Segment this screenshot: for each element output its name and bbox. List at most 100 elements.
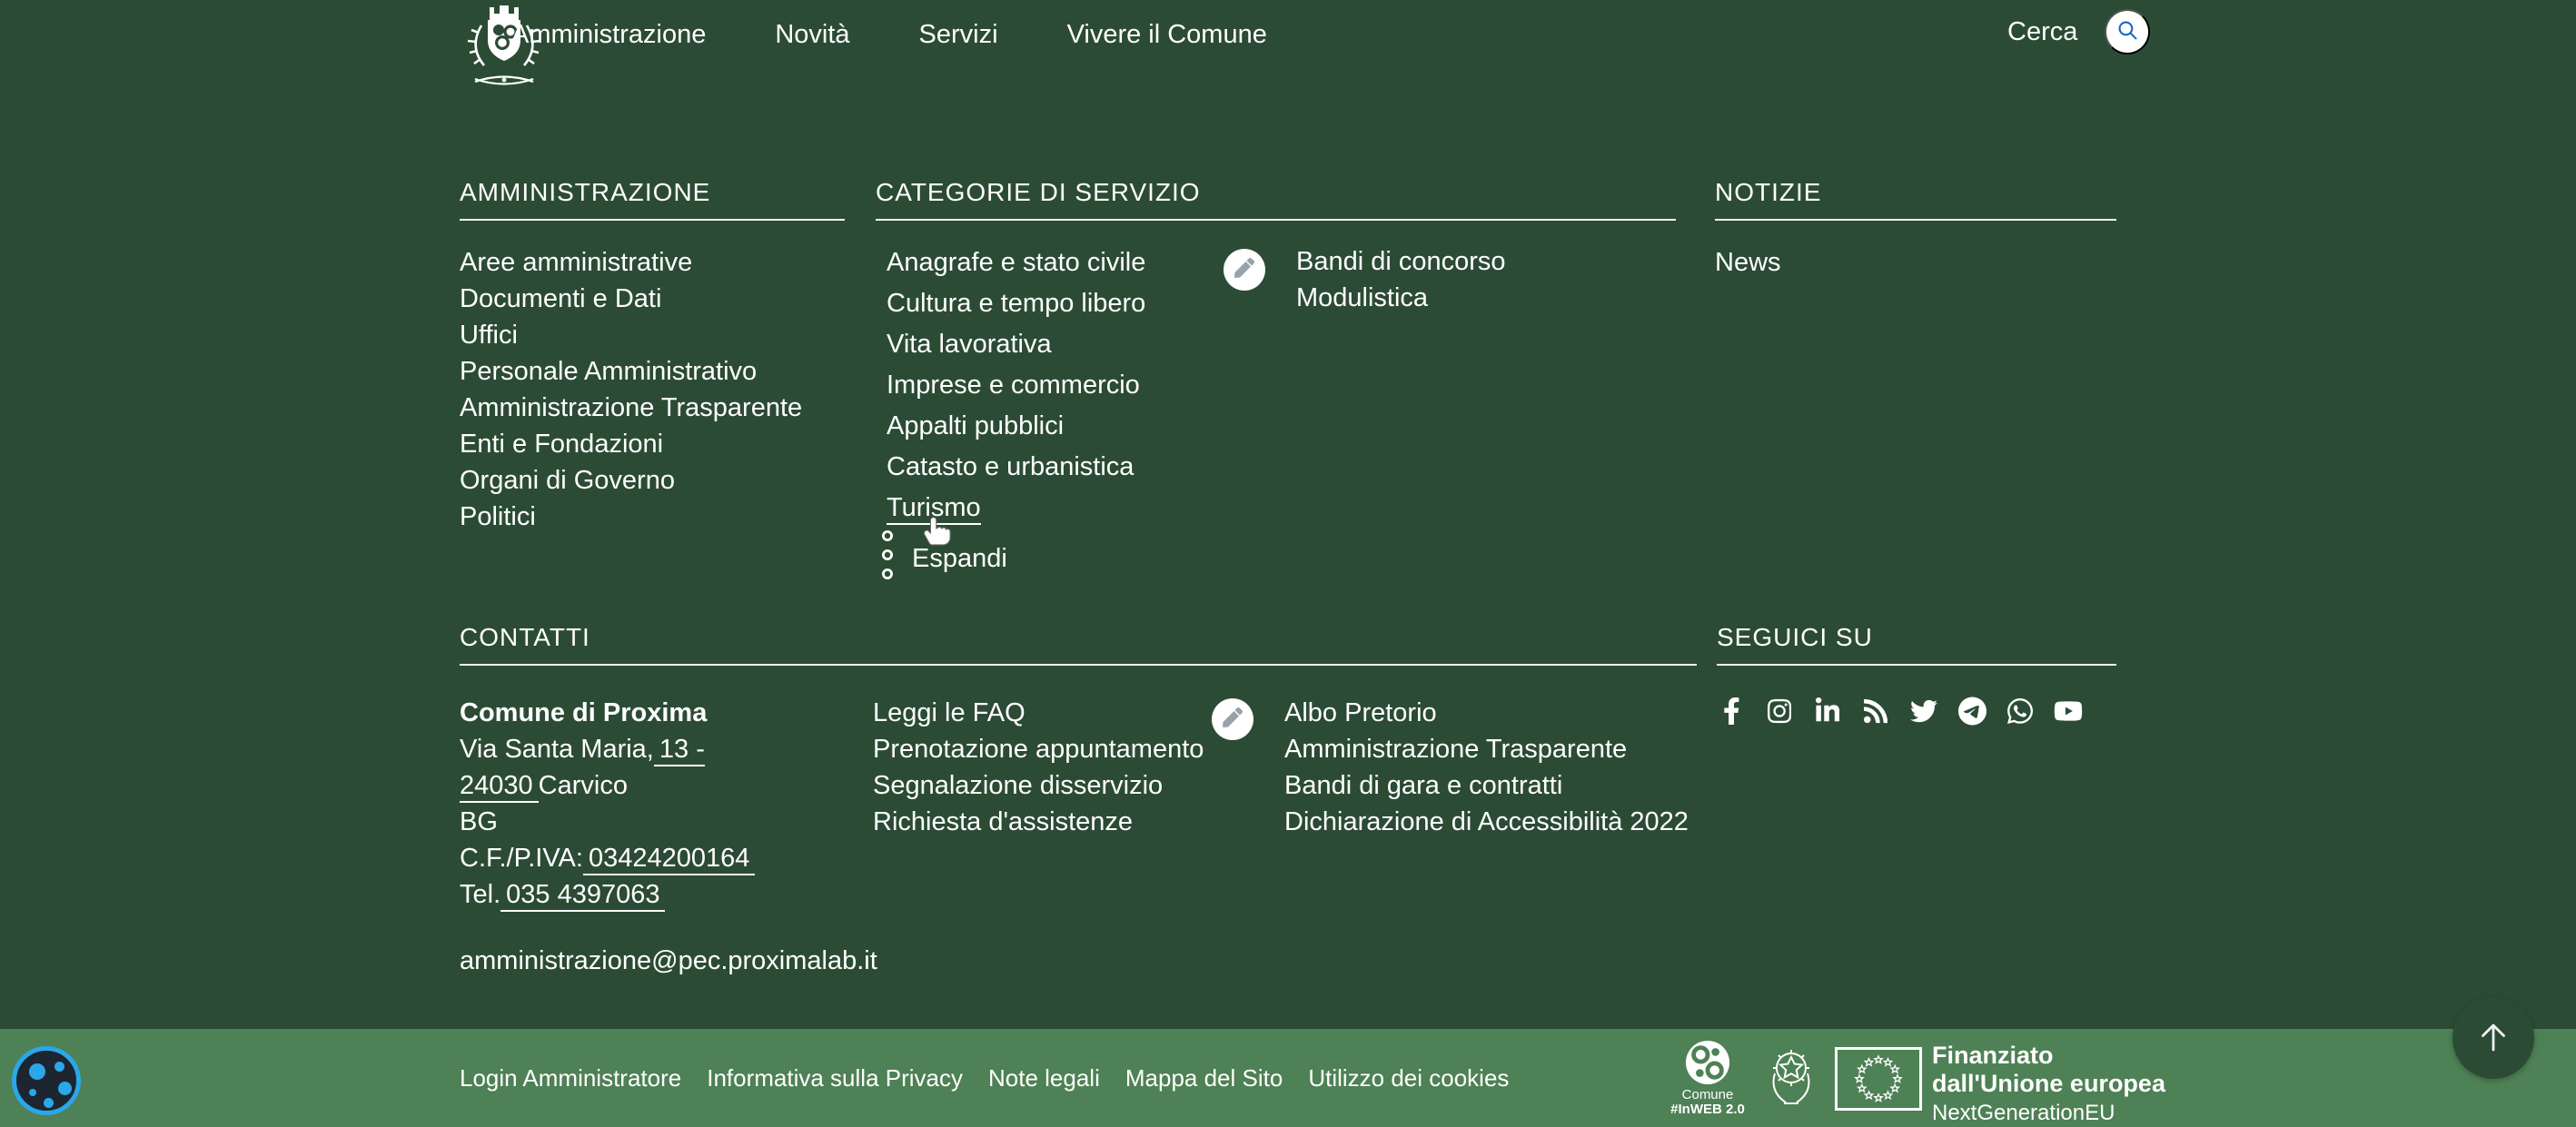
telegram-icon[interactable] [1957,697,1986,726]
cf-line: C.F./P.IVA:03424200164 [460,840,850,876]
footer-link[interactable]: Amministrazione Trasparente [1284,735,1627,764]
utility-links: Albo Pretorio Amministrazione Trasparent… [1212,695,1689,840]
funding-line2: dall'Unione europea [1932,1070,2165,1098]
pencil-badge [1224,249,1265,291]
footer-link[interactable]: Appalti pubblici [887,411,1064,440]
list-item: Appalti pubblici [887,406,1676,447]
footer-link[interactable]: Bandi di concorso [1296,247,1506,276]
sitemap-link[interactable]: Mappa del Sito [1125,1064,1283,1092]
tel-line: Tel.035 4397063 [460,876,850,913]
footer-link[interactable]: Cultura e tempo libero [887,289,1145,318]
accessibility-dot [58,1082,72,1095]
divider [460,664,1697,666]
footer-link[interactable]: Personale Amministrativo [460,357,757,386]
search-button[interactable] [2105,9,2150,54]
footer-col-amministrazione: AMMINISTRAZIONE Aree amministrative Docu… [460,177,845,535]
footer-link[interactable]: Modulistica [1296,283,1428,312]
search-area: Cerca [2007,9,2150,54]
linkedin-icon[interactable] [1813,697,1842,726]
youtube-icon[interactable] [2054,697,2083,726]
list-item: News [1715,244,2116,281]
footer-col-categorie: CATEGORIE DI SERVIZIO Anagrafe e stato c… [876,177,1676,529]
municipality-name: Comune di Proxima [460,695,850,731]
comune-logo-caption: Comune [1658,1088,1758,1102]
footer-link[interactable]: Catasto e urbanistica [887,452,1134,481]
list-item: Modulistica [1296,280,1506,316]
list-item: Politici [460,499,845,535]
twitter-icon[interactable] [1909,697,1938,726]
rss-icon[interactable] [1861,697,1890,726]
divider [460,219,845,221]
footer-link[interactable]: Segnalazione disservizio [873,771,1163,800]
expand-label[interactable]: Espandi [912,544,1007,574]
nav-servizi[interactable]: Servizi [919,20,998,50]
divider [876,219,1676,221]
footer-link[interactable]: Albo Pretorio [1284,698,1437,727]
col-title: CATEGORIE DI SERVIZIO [876,177,1676,208]
footer-link[interactable]: Vita lavorativa [887,330,1052,359]
footer-link[interactable]: Prenotazione appuntamento [873,735,1204,764]
footer-col-seguici: SEGUICI SU [1717,622,2116,726]
list-item: Amministrazione Trasparente [1284,731,1689,767]
eu-funding-text: Finanziato dall'Unione europea NextGener… [1932,1042,2165,1126]
footer-link[interactable]: Enti e Fondazioni [460,430,663,459]
footer-link[interactable]: Politici [460,502,536,531]
list-item: Aree amministrative [460,244,845,281]
footer-link[interactable]: Organi di Governo [460,466,675,495]
cf-link[interactable]: 03424200164 [583,844,755,875]
list-item: Dichiarazione di Accessibilità 2022 [1284,804,1689,840]
divider [1715,219,2116,221]
service-side-links: Bandi di concorso Modulistica [1224,243,1506,316]
facebook-icon[interactable] [1717,697,1746,726]
list-item: Albo Pretorio [1284,695,1689,731]
nav-vivere-il-comune[interactable]: Vivere il Comune [1067,20,1267,50]
col-title: CONTATTI [460,622,1697,653]
col-title: SEGUICI SU [1717,622,2116,653]
accessibility-dot [44,1098,54,1108]
email-line: amministrazione@pec.proximalab.it [460,943,850,979]
footer-link[interactable]: Dichiarazione di Accessibilità 2022 [1284,807,1689,836]
privacy-link[interactable]: Informativa sulla Privacy [707,1064,963,1092]
list-item: Uffici [460,317,845,353]
footer-link[interactable]: News [1715,248,1781,277]
footer-link[interactable]: Amministrazione Trasparente [460,393,802,422]
search-icon [2115,18,2140,45]
legal-notes-link[interactable]: Note legali [988,1064,1100,1092]
list-item: Enti e Fondazioni [460,426,845,462]
footer-link[interactable]: Leggi le FAQ [873,698,1025,727]
kebab-dots-icon [881,529,894,588]
list-item: Documenti e Dati [460,281,845,317]
login-admin-link[interactable]: Login Amministratore [460,1064,681,1092]
accessibility-dot [54,1062,64,1072]
footer-link-turismo-hovered[interactable]: Turismo [887,493,981,525]
footer-col-contatti: CONTATTI Comune di Proxima Via Santa Mar… [460,622,1697,666]
scroll-to-top-button[interactable] [2452,997,2534,1079]
list-item: Imprese e commercio [887,365,1676,406]
inweb-logo-caption: #InWEB 2.0 [1658,1102,1758,1117]
search-link[interactable]: Cerca [2007,17,2077,47]
phone-link[interactable]: 035 4397063 [500,880,665,912]
nav-amministrazione[interactable]: Amministrazione [511,20,706,50]
footer-link[interactable]: Richiesta d'assistenze [873,807,1133,836]
whatsapp-icon[interactable] [2006,697,2035,726]
list-item: Vita lavorativa [887,324,1676,365]
footer-link[interactable]: Documenti e Dati [460,284,661,313]
list-item: Leggi le FAQ [873,695,1204,731]
footer-link[interactable]: Uffici [460,321,518,350]
assistance-links: Leggi le FAQ Prenotazione appuntamento S… [873,695,1204,840]
accessibility-dot [29,1063,45,1080]
contact-info: Comune di Proxima Via Santa Maria,13 - 2… [460,695,850,979]
address-line: Via Santa Maria,13 - 24030Carvico [460,731,850,804]
accessibility-widget-button[interactable] [12,1046,81,1115]
footer-link[interactable]: Bandi di gara e contratti [1284,771,1562,800]
instagram-icon[interactable] [1765,697,1794,726]
email-link[interactable]: amministrazione@pec.proximalab.it [460,946,877,975]
cookies-link[interactable]: Utilizzo dei cookies [1308,1064,1509,1092]
address-province: BG [460,804,850,840]
footer-link[interactable]: Anagrafe e stato civile [887,248,1145,277]
accessibility-dot [29,1089,36,1096]
footer-link[interactable]: Imprese e commercio [887,371,1140,400]
nav-novita[interactable]: Novità [775,20,849,50]
expand-services[interactable]: Espandi [881,529,1007,588]
footer-link[interactable]: Aree amministrative [460,248,692,277]
